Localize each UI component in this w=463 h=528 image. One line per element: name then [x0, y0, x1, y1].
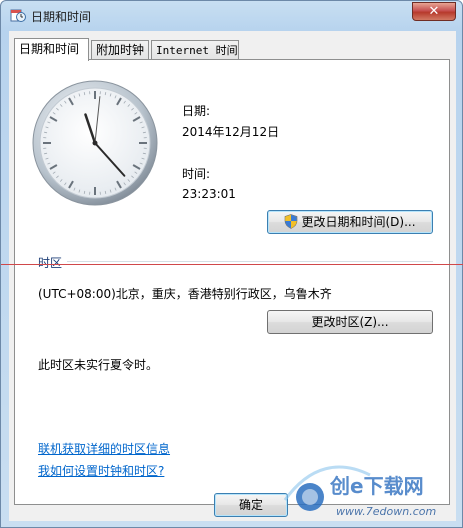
tab-label: Internet 时间: [156, 44, 238, 57]
tab-additional-clocks[interactable]: 附加时钟: [91, 40, 149, 60]
change-timezone-label: 更改时区(Z)...: [311, 315, 389, 329]
tab-panel-date-time: 日期: 2014年12月12日 时间: 23:23:01 更改日期和时间(D).…: [14, 59, 450, 505]
close-icon: ✕: [428, 4, 440, 19]
date-value: 2014年12月12日: [182, 125, 280, 139]
ok-button[interactable]: 确定: [214, 493, 288, 517]
change-date-time-button[interactable]: 更改日期和时间(D)...: [267, 210, 433, 234]
timezone-value: (UTC+08:00)北京，重庆，香港特别行政区，乌鲁木齐: [38, 287, 332, 301]
how-to-set-clock-link[interactable]: 我如何设置时钟和时区?: [38, 462, 164, 479]
time-label: 时间:: [182, 167, 211, 181]
change-timezone-button[interactable]: 更改时区(Z)...: [267, 310, 433, 334]
tab-label: 附加时钟: [96, 43, 145, 57]
close-button[interactable]: ✕: [412, 2, 456, 21]
uac-shield-icon: [285, 214, 298, 229]
change-date-time-label: 更改日期和时间(D)...: [301, 215, 416, 229]
title-bar[interactable]: 日期和时间 ✕: [1, 1, 462, 31]
timezone-section-label: 时区: [38, 256, 63, 270]
time-value: 23:23:01: [182, 187, 236, 201]
date-label: 日期:: [182, 104, 211, 118]
analog-clock: [32, 80, 158, 206]
tab-date-time[interactable]: 日期和时间: [14, 38, 89, 61]
online-timezone-info-link[interactable]: 联机获取详细的时区信息: [38, 440, 170, 457]
dst-note: 此时区未实行夏令时。: [38, 358, 159, 372]
tab-internet-time[interactable]: Internet 时间: [151, 40, 239, 60]
tab-label: 日期和时间: [19, 42, 80, 56]
red-guide-line: [1, 264, 463, 265]
timezone-group-divider: [67, 261, 433, 262]
date-time-dialog: 日期和时间 ✕ 日期和时间 附加时钟 Internet 时间 日期: 2014年…: [0, 0, 463, 528]
window-title: 日期和时间: [31, 10, 92, 24]
ok-label: 确定: [238, 498, 263, 512]
dialog-client-area: 日期和时间 附加时钟 Internet 时间 日期: 2014年12月12日 时…: [9, 31, 456, 521]
date-time-app-icon: [10, 9, 26, 22]
